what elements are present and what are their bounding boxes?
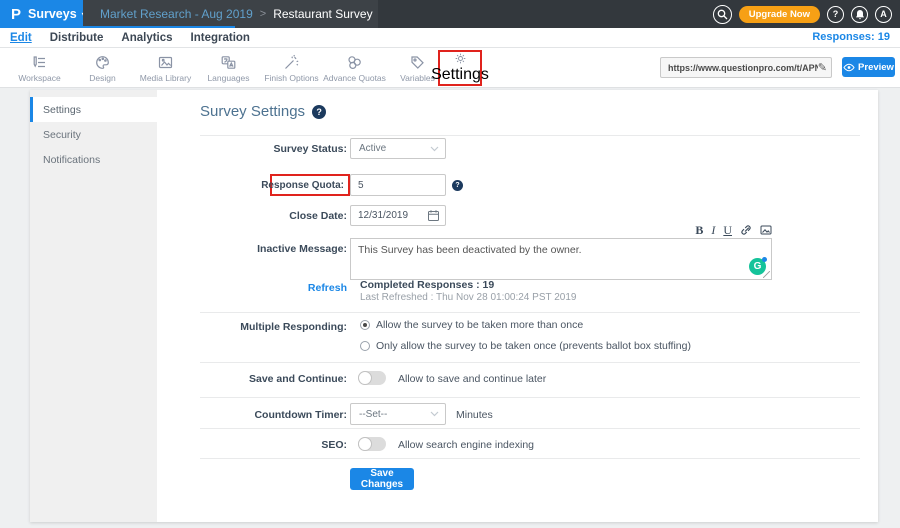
countdown-timer-suffix: Minutes: [456, 409, 493, 421]
settings-content: Survey Settings ? Survey Status: Active …: [157, 90, 878, 522]
sidebar-item-settings[interactable]: Settings: [30, 97, 157, 122]
palette-icon: [94, 54, 111, 71]
tab-analytics[interactable]: Analytics: [121, 32, 172, 44]
chevron-down-icon: [430, 411, 439, 417]
tab-edit[interactable]: Edit: [10, 32, 32, 44]
page-background: Settings Security Notifications Survey S…: [0, 88, 900, 528]
seo-text: Allow search engine indexing: [398, 439, 534, 451]
divider: [200, 397, 860, 398]
toolbar-item-advance-quotas[interactable]: Advance Quotas: [323, 51, 386, 85]
translate-icon: [220, 54, 237, 71]
save-changes-button[interactable]: Save Changes: [350, 468, 414, 490]
settings-card: Settings Security Notifications Survey S…: [30, 90, 878, 522]
questionpro-logo-icon: P: [11, 7, 21, 22]
page-title: Survey Settings: [200, 103, 305, 120]
tag-icon: [409, 54, 426, 71]
link-button[interactable]: [740, 224, 752, 236]
breadcrumb: Market Research - Aug 2019 > Restaurant …: [83, 0, 378, 28]
divider: [200, 312, 860, 313]
breadcrumb-separator: >: [260, 8, 266, 20]
radio-allow-once[interactable]: Only allow the survey to be taken once (…: [360, 340, 691, 352]
response-quota-input[interactable]: [350, 174, 446, 196]
textarea-resize-handle[interactable]: [763, 271, 770, 278]
bold-button[interactable]: B: [695, 224, 703, 236]
workspace-icon: [31, 54, 48, 71]
radio-allow-multiple[interactable]: Allow the survey to be taken more than o…: [360, 319, 583, 331]
divider: [200, 458, 860, 459]
radio-unselected-icon: [360, 341, 370, 351]
quota-help-icon[interactable]: ?: [452, 180, 463, 191]
gear-icon: [452, 52, 469, 65]
divider: [200, 428, 860, 429]
toolbar-item-finish-options[interactable]: Finish Options: [260, 51, 323, 85]
insert-image-button[interactable]: [760, 224, 772, 236]
countdown-timer-select[interactable]: --Set--: [350, 403, 446, 425]
upgrade-now-button[interactable]: Upgrade Now: [739, 6, 820, 23]
quotas-icon: [346, 54, 363, 71]
underline-button[interactable]: U: [723, 224, 732, 236]
save-and-continue-text: Allow to save and continue later: [398, 373, 546, 385]
inactive-message-label: Inactive Message:: [70, 243, 347, 255]
save-and-continue-toggle[interactable]: [358, 371, 386, 385]
multiple-responding-label: Multiple Responding:: [70, 321, 347, 333]
magic-wand-icon: [283, 54, 300, 71]
close-date-field: [350, 205, 446, 226]
chevron-down-icon: [430, 146, 439, 152]
survey-url-field: ✎: [660, 57, 832, 78]
surveys-product-menu[interactable]: P Surveys ▾: [0, 0, 83, 28]
notifications-button[interactable]: [851, 6, 868, 23]
inactive-message-textarea[interactable]: This Survey has been deactivated by the …: [350, 238, 772, 280]
radio-selected-icon: [360, 320, 370, 330]
preview-button[interactable]: Preview: [842, 57, 895, 77]
calendar-icon[interactable]: [427, 209, 440, 222]
search-icon: [717, 9, 728, 20]
survey-status-label: Survey Status:: [70, 143, 347, 155]
survey-url-input[interactable]: [668, 63, 818, 73]
save-and-continue-label: Save and Continue:: [70, 373, 347, 385]
last-refreshed: Last Refreshed : Thu Nov 28 01:00:24 PST…: [360, 292, 576, 303]
toolbar-item-settings[interactable]: Settings: [438, 50, 482, 86]
toggle-knob: [358, 371, 372, 385]
completed-responses: Completed Responses : 19: [360, 279, 494, 291]
eye-icon: [843, 63, 855, 72]
toggle-knob: [358, 437, 372, 451]
toolbar-item-languages[interactable]: Languages: [197, 51, 260, 85]
bell-icon: [855, 9, 865, 20]
message-format-toolbar: B I U: [350, 224, 772, 236]
response-quota-label: Response Quota:: [261, 180, 344, 191]
seo-label: SEO:: [70, 439, 347, 451]
settings-help-icon[interactable]: ?: [312, 105, 326, 119]
header-active-underline: [0, 26, 235, 28]
tab-distribute[interactable]: Distribute: [50, 32, 104, 44]
header-actions: Upgrade Now ? A: [713, 0, 892, 28]
top-header: P Surveys ▾ Market Research - Aug 2019 >…: [0, 0, 900, 28]
account-avatar[interactable]: A: [875, 6, 892, 23]
breadcrumb-current: Restaurant Survey: [273, 7, 372, 21]
seo-toggle[interactable]: [358, 437, 386, 451]
module-nav: Edit Distribute Analytics Integration Re…: [0, 28, 900, 48]
responses-count[interactable]: Responses: 19: [812, 31, 890, 43]
breadcrumb-parent[interactable]: Market Research - Aug 2019: [100, 7, 253, 21]
toolbar-item-design[interactable]: Design: [71, 51, 134, 85]
response-quota-label-highlight: Response Quota:: [270, 174, 350, 196]
preview-label: Preview: [858, 62, 894, 73]
survey-status-select[interactable]: Active: [350, 138, 446, 159]
divider: [200, 362, 860, 363]
survey-toolbar: Workspace Design Media Library Languages…: [0, 48, 900, 88]
search-button[interactable]: [713, 5, 732, 24]
edit-url-icon[interactable]: ✎: [818, 61, 827, 74]
help-button[interactable]: ?: [827, 6, 844, 23]
toolbar-item-workspace[interactable]: Workspace: [8, 51, 71, 85]
italic-button[interactable]: I: [711, 224, 715, 236]
refresh-link[interactable]: Refresh: [70, 282, 347, 294]
tab-integration[interactable]: Integration: [191, 32, 250, 44]
divider: [200, 135, 860, 136]
image-icon: [157, 54, 174, 71]
close-date-label: Close Date:: [70, 210, 347, 222]
product-label: Surveys: [28, 7, 77, 21]
toolbar-item-media-library[interactable]: Media Library: [134, 51, 197, 85]
countdown-timer-label: Countdown Timer:: [70, 409, 347, 421]
